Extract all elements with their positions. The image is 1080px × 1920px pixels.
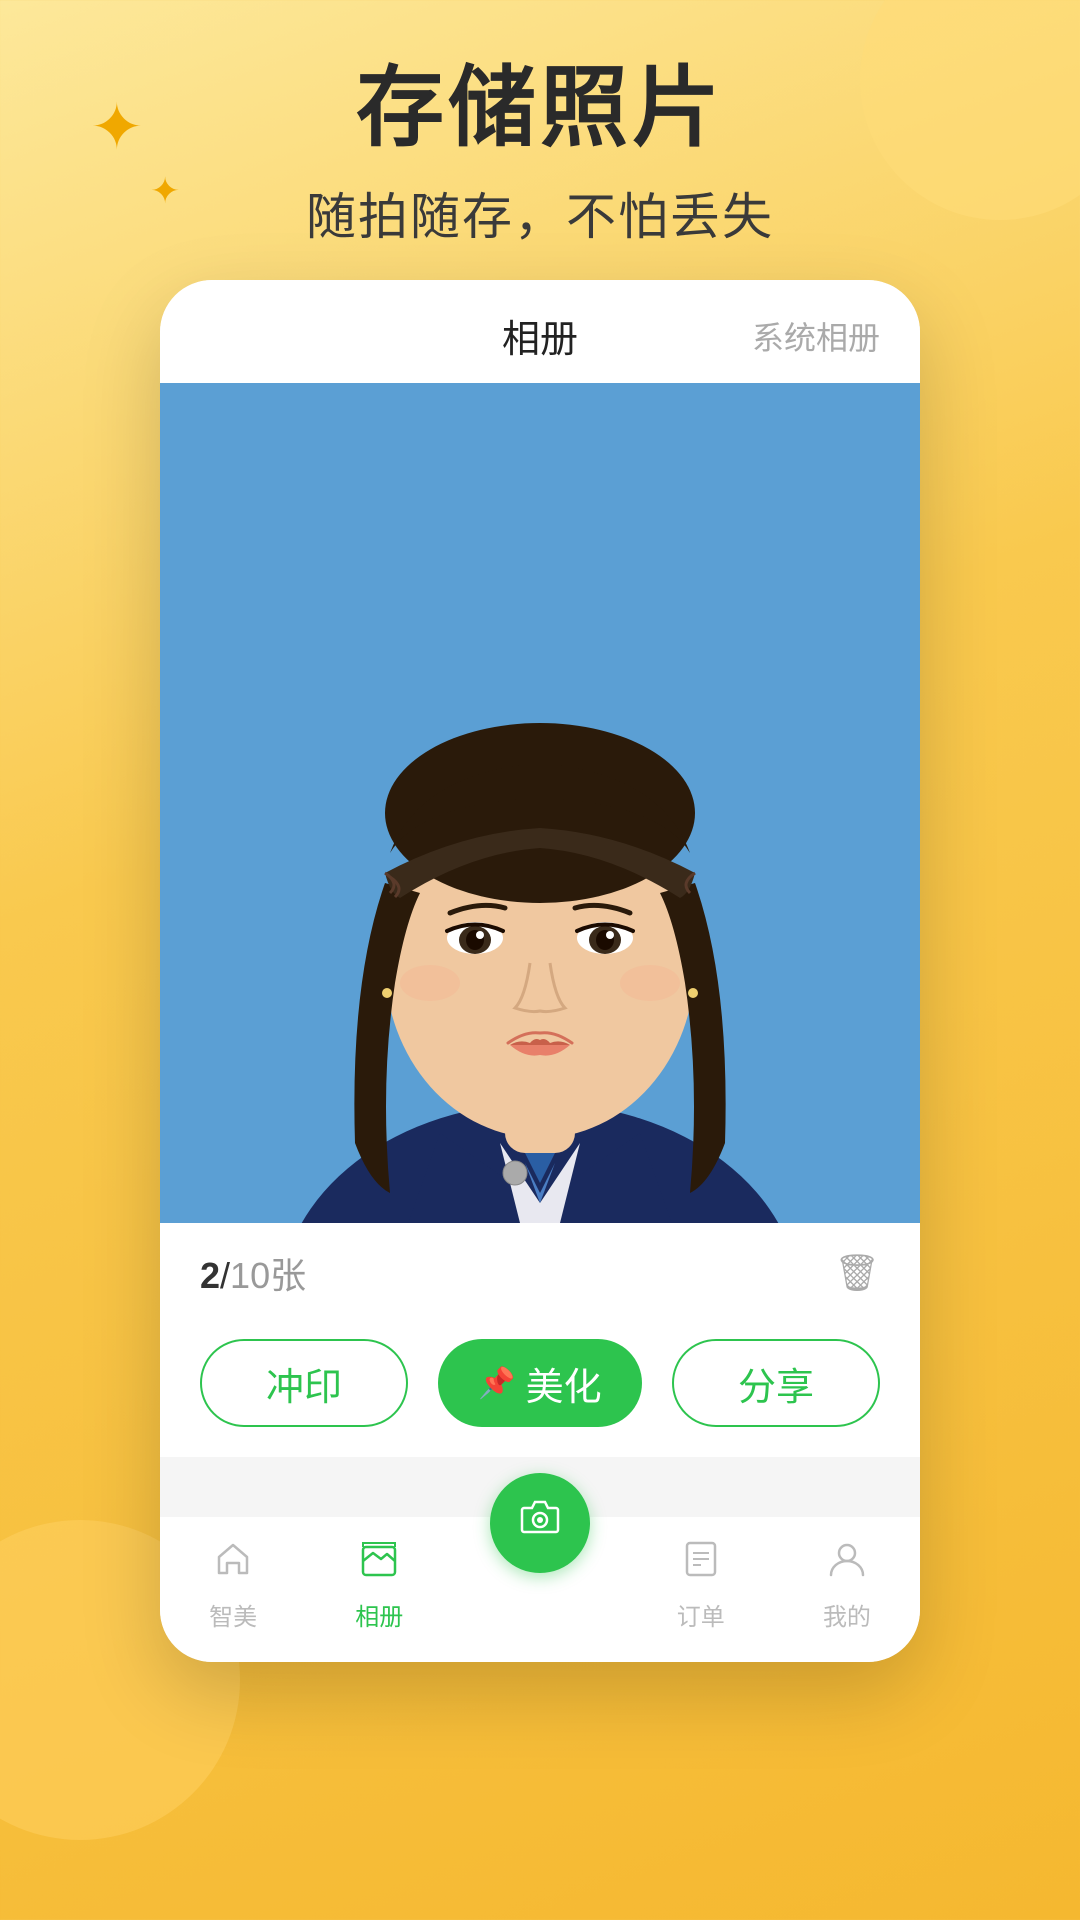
action-buttons: 冲印 📌 美化 分享 xyxy=(160,1323,920,1457)
nav-item-order[interactable]: 订单 xyxy=(628,1537,774,1632)
info-bar: 2/10张 🗑 xyxy=(160,1223,920,1323)
photo-count: 2/10张 xyxy=(200,1247,306,1299)
tab-system-album[interactable]: 系统相册 xyxy=(752,313,880,359)
order-icon xyxy=(679,1537,723,1591)
nav-item-home[interactable]: 智美 xyxy=(160,1537,306,1632)
portrait-image xyxy=(160,383,920,1223)
camera-icon xyxy=(516,1494,564,1553)
beautify-button[interactable]: 📌 美化 xyxy=(438,1339,642,1427)
camera-button[interactable] xyxy=(490,1473,590,1573)
title-area: 存储照片 随拍随存，不怕丢失 xyxy=(0,60,1080,249)
nav-label-album: 相册 xyxy=(355,1597,403,1632)
nav-label-profile: 我的 xyxy=(823,1597,871,1632)
main-title: 存储照片 xyxy=(0,60,1080,157)
bottom-nav: 智美 相册 xyxy=(160,1517,920,1662)
phone-header: 相册 系统相册 xyxy=(160,280,920,383)
nav-label-home: 智美 xyxy=(209,1597,257,1632)
photo-separator: / xyxy=(220,1255,230,1296)
beautify-label: 美化 xyxy=(526,1356,602,1411)
share-button[interactable]: 分享 xyxy=(672,1339,880,1427)
home-icon xyxy=(211,1537,255,1591)
pin-icon: 📌 xyxy=(478,1366,515,1401)
album-icon xyxy=(357,1537,401,1591)
profile-icon xyxy=(825,1537,869,1591)
sub-title: 随拍随存，不怕丢失 xyxy=(0,177,1080,249)
photo-current: 2 xyxy=(200,1255,220,1296)
photo-total: 10 xyxy=(230,1255,270,1296)
print-button[interactable]: 冲印 xyxy=(200,1339,408,1427)
phone-mockup: 相册 系统相册 xyxy=(160,280,920,1662)
nav-label-order: 订单 xyxy=(677,1597,725,1632)
photo-display-area xyxy=(160,383,920,1223)
nav-item-album[interactable]: 相册 xyxy=(306,1537,452,1632)
delete-icon[interactable]: 🗑 xyxy=(834,1252,880,1294)
tab-album[interactable]: 相册 xyxy=(502,308,578,363)
photo-unit: 张 xyxy=(270,1255,306,1296)
nav-item-profile[interactable]: 我的 xyxy=(774,1537,920,1632)
